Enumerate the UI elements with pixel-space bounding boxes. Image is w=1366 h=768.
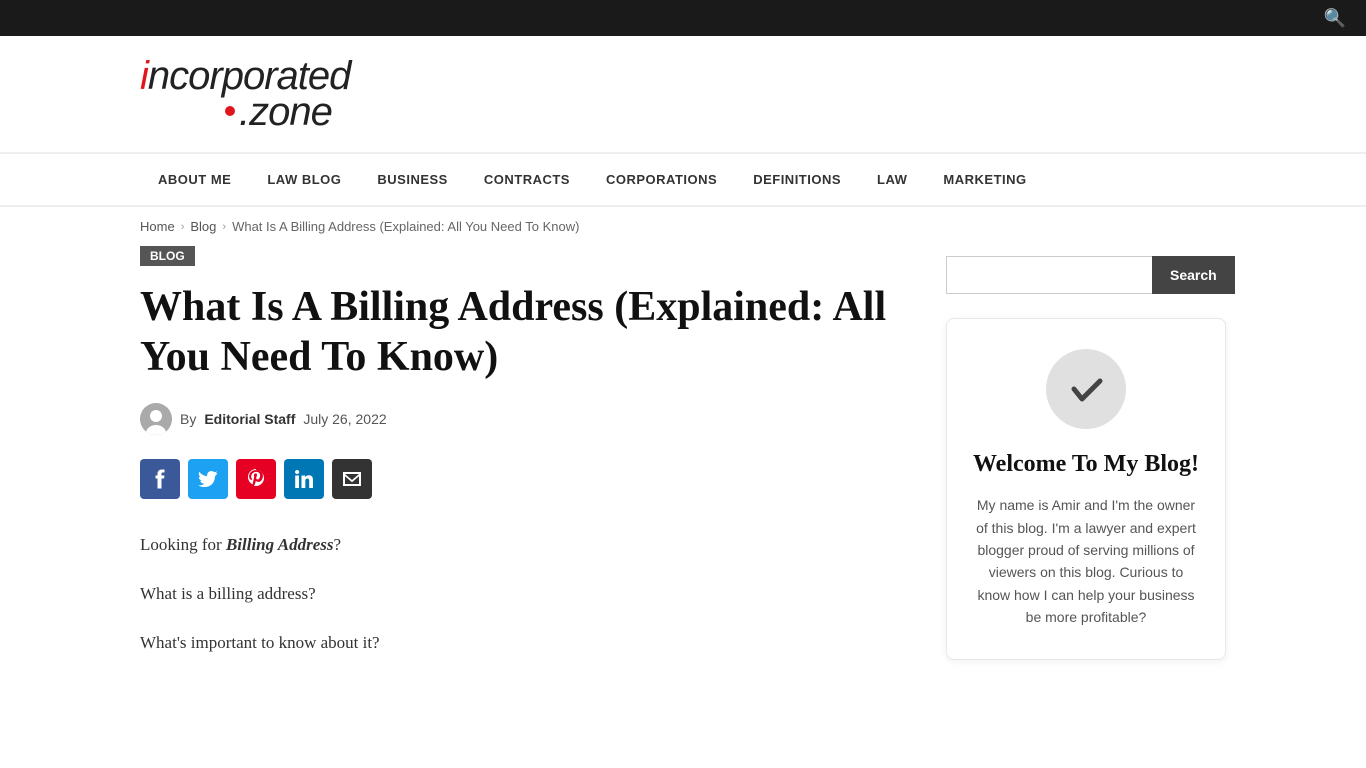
logo-i: i — [140, 54, 148, 98]
breadcrumb: Home › Blog › What Is A Billing Address … — [0, 207, 1366, 246]
logo-area: incorporated .zone — [0, 36, 1366, 152]
article-date: July 26, 2022 — [303, 411, 386, 427]
nav-law-blog[interactable]: LAW BLOG — [249, 154, 359, 205]
welcome-title: Welcome To My Blog! — [971, 449, 1201, 480]
checkmark-icon — [1046, 349, 1126, 429]
breadcrumb-current: What Is A Billing Address (Explained: Al… — [232, 219, 579, 234]
nav-corporations[interactable]: CORPORATIONS — [588, 154, 735, 205]
search-widget: Search — [946, 256, 1226, 294]
nav-business[interactable]: BUSINESS — [359, 154, 465, 205]
logo-dot-icon — [225, 106, 235, 116]
logo[interactable]: incorporated .zone — [140, 56, 1226, 132]
logo-zone: .zone — [239, 92, 332, 132]
nav-definitions[interactable]: DEFINITIONS — [735, 154, 859, 205]
blog-tag: Blog — [140, 246, 195, 266]
author-line: By Editorial Staff July 26, 2022 — [140, 403, 906, 435]
share-pinterest-button[interactable] — [236, 459, 276, 499]
welcome-card: Welcome To My Blog! My name is Amir and … — [946, 318, 1226, 660]
author-by: By — [180, 411, 196, 427]
author-avatar — [140, 403, 172, 435]
top-bar: 🔍 — [0, 0, 1366, 36]
nav-marketing[interactable]: MARKETING — [925, 154, 1044, 205]
sidebar: Search Welcome To My Blog! My name is Am… — [946, 246, 1226, 677]
social-buttons — [140, 459, 906, 499]
welcome-text: My name is Amir and I'm the owner of thi… — [971, 494, 1201, 628]
breadcrumb-home[interactable]: Home — [140, 219, 175, 234]
nav-contracts[interactable]: CONTRACTS — [466, 154, 588, 205]
author-name: Editorial Staff — [204, 411, 295, 427]
search-button[interactable]: Search — [1152, 256, 1235, 294]
search-icon[interactable]: 🔍 — [1324, 8, 1346, 29]
nav-law[interactable]: LAW — [859, 154, 925, 205]
search-input[interactable] — [946, 256, 1152, 294]
chevron-right-icon: › — [181, 221, 185, 233]
share-email-button[interactable] — [332, 459, 372, 499]
share-facebook-button[interactable] — [140, 459, 180, 499]
breadcrumb-blog[interactable]: Blog — [190, 219, 216, 234]
share-linkedin-button[interactable] — [284, 459, 324, 499]
share-twitter-button[interactable] — [188, 459, 228, 499]
article-paragraph-3: What's important to know about it? — [140, 629, 906, 658]
nav-about-me[interactable]: ABOUT ME — [140, 154, 249, 205]
article-paragraph-2: What is a billing address? — [140, 580, 906, 609]
article-body: Looking for Billing Address? What is a b… — [140, 531, 906, 658]
nav-bar: ABOUT ME LAW BLOG BUSINESS CONTRACTS COR… — [0, 152, 1366, 207]
article-paragraph-1: Looking for Billing Address? — [140, 531, 906, 560]
content-area: Blog What Is A Billing Address (Explaine… — [140, 246, 906, 677]
chevron-right-icon: › — [222, 221, 226, 233]
main-layout: Blog What Is A Billing Address (Explaine… — [0, 246, 1366, 677]
article-title: What Is A Billing Address (Explained: Al… — [140, 282, 906, 383]
